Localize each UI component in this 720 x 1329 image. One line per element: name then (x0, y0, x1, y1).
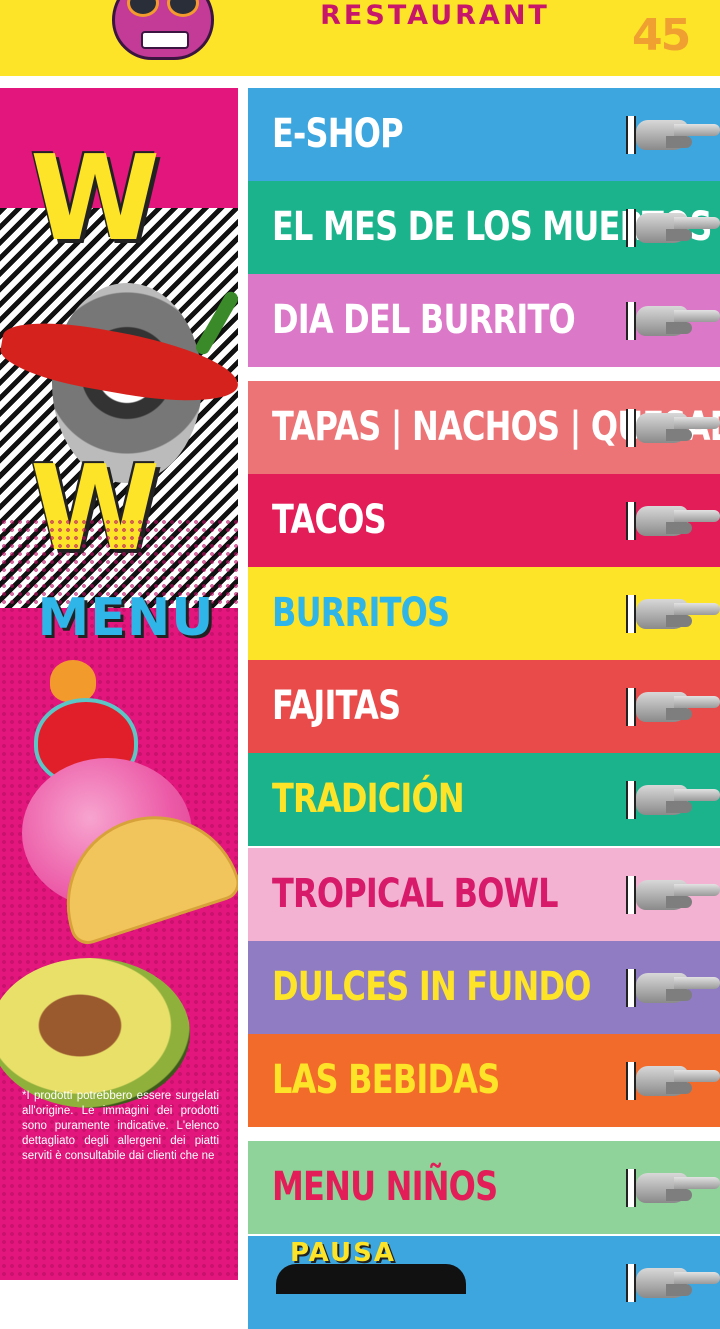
hand-cuff-icon (626, 409, 636, 447)
hand-cuff-icon (626, 688, 636, 726)
menu-item-dia-del-burrito[interactable]: DIA DEL BURRITO (248, 274, 720, 367)
skull-eye-icon (167, 0, 199, 17)
hand-fold-icon (666, 801, 692, 813)
pointing-hand-icon (626, 207, 720, 249)
pausa-graphic (276, 1264, 466, 1294)
hand-finger-icon (674, 884, 720, 896)
skull-teeth-icon (141, 31, 189, 49)
menu-item-dulces-in-fundo[interactable]: DULCES IN FUNDO (248, 941, 720, 1034)
hand-finger-icon (674, 310, 720, 322)
hand-finger-icon (674, 1070, 720, 1082)
pointing-hand-icon (626, 114, 720, 156)
menu-item-label: FAJITAS (272, 683, 401, 729)
menu-item-label: LAS BEBIDAS (272, 1057, 500, 1103)
menu-item-el-mes-de-los-muertos[interactable]: EL MES DE LOS MUERTOS (248, 181, 720, 274)
menu-item-tapas-nachos-quesadillas[interactable]: TAPAS | NACHOS | QUESADILLAS (248, 381, 720, 474)
hand-finger-icon (674, 1177, 720, 1189)
menu-item-label: TRADICIÓN (272, 776, 465, 822)
letter-w-decoration: W (30, 129, 161, 267)
pointing-hand-icon (626, 593, 720, 635)
allergen-disclaimer: *I prodotti potrebbero essere surgelati … (22, 1090, 219, 1162)
hand-fold-icon (666, 1284, 692, 1296)
menu-item-tacos[interactable]: TACOS (248, 474, 720, 567)
menu-heading: MENU (37, 588, 215, 648)
pointing-hand-icon (626, 874, 720, 916)
hand-cuff-icon (626, 595, 636, 633)
hand-finger-icon (674, 217, 720, 229)
pointing-hand-icon (626, 779, 720, 821)
restaurant-title: RESTAURANT (320, 0, 550, 31)
pointing-hand-icon (626, 967, 720, 1009)
pointing-hand-icon (626, 686, 720, 728)
hand-fold-icon (666, 708, 692, 720)
hand-fold-icon (666, 322, 692, 334)
flame-icon (50, 660, 96, 702)
menu-item-menu-niños[interactable]: MENU NIÑOS (248, 1141, 720, 1234)
hand-finger-icon (674, 510, 720, 522)
hand-fold-icon (666, 429, 692, 441)
header-banner: RESTAURANT 45 (0, 0, 720, 76)
menu-item-tropical-bowl[interactable]: TROPICAL BOWL (248, 848, 720, 941)
hand-cuff-icon (626, 1264, 636, 1302)
menu-item-label: DIA DEL BURRITO (272, 297, 576, 343)
pointing-hand-icon (626, 1167, 720, 1209)
hand-fold-icon (666, 615, 692, 627)
hand-finger-icon (674, 977, 720, 989)
hand-cuff-icon (626, 116, 636, 154)
hand-cuff-icon (626, 1062, 636, 1100)
menu-item-label: DULCES IN FUNDO (272, 964, 591, 1010)
hand-fold-icon (666, 136, 692, 148)
pointing-hand-icon (626, 500, 720, 542)
hand-cuff-icon (626, 302, 636, 340)
menu-item-burritos[interactable]: BURRITOS (248, 567, 720, 660)
pointing-hand-icon (626, 1262, 720, 1304)
menu-item-label: TACOS (272, 497, 387, 543)
menu-item-label: TROPICAL BOWL (272, 871, 559, 917)
hand-fold-icon (666, 229, 692, 241)
hand-cuff-icon (626, 781, 636, 819)
pointing-hand-icon (626, 300, 720, 342)
divider (0, 76, 720, 88)
skull-eye-icon (127, 0, 159, 17)
hand-cuff-icon (626, 502, 636, 540)
hand-fold-icon (666, 896, 692, 908)
menu-item-tradición[interactable]: TRADICIÓN (248, 753, 720, 846)
pausa-label: PAUSA (290, 1238, 396, 1268)
pointing-hand-icon (626, 1060, 720, 1102)
hand-cuff-icon (626, 1169, 636, 1207)
hand-cuff-icon (626, 969, 636, 1007)
menu-item-e-shop[interactable]: E-SHOP (248, 88, 720, 181)
menu-item-label: BURRITOS (272, 590, 450, 636)
hand-finger-icon (674, 789, 720, 801)
menu-item-label: E-SHOP (272, 111, 404, 157)
menu-item-las-bebidas[interactable]: LAS BEBIDAS (248, 1034, 720, 1127)
menu-item-fajitas[interactable]: FAJITAS (248, 660, 720, 753)
hand-fold-icon (666, 522, 692, 534)
sugar-skull-logo-icon (112, 0, 214, 60)
hand-fold-icon (666, 989, 692, 1001)
hand-finger-icon (674, 696, 720, 708)
hand-cuff-icon (626, 209, 636, 247)
hand-finger-icon (674, 603, 720, 615)
hand-fold-icon (666, 1082, 692, 1094)
pointing-hand-icon (626, 407, 720, 449)
hand-finger-icon (674, 124, 720, 136)
hand-fold-icon (666, 1189, 692, 1201)
hand-cuff-icon (626, 876, 636, 914)
hand-finger-icon (674, 1272, 720, 1284)
menu-item-label: MENU NIÑOS (272, 1164, 498, 1210)
hand-finger-icon (674, 417, 720, 429)
